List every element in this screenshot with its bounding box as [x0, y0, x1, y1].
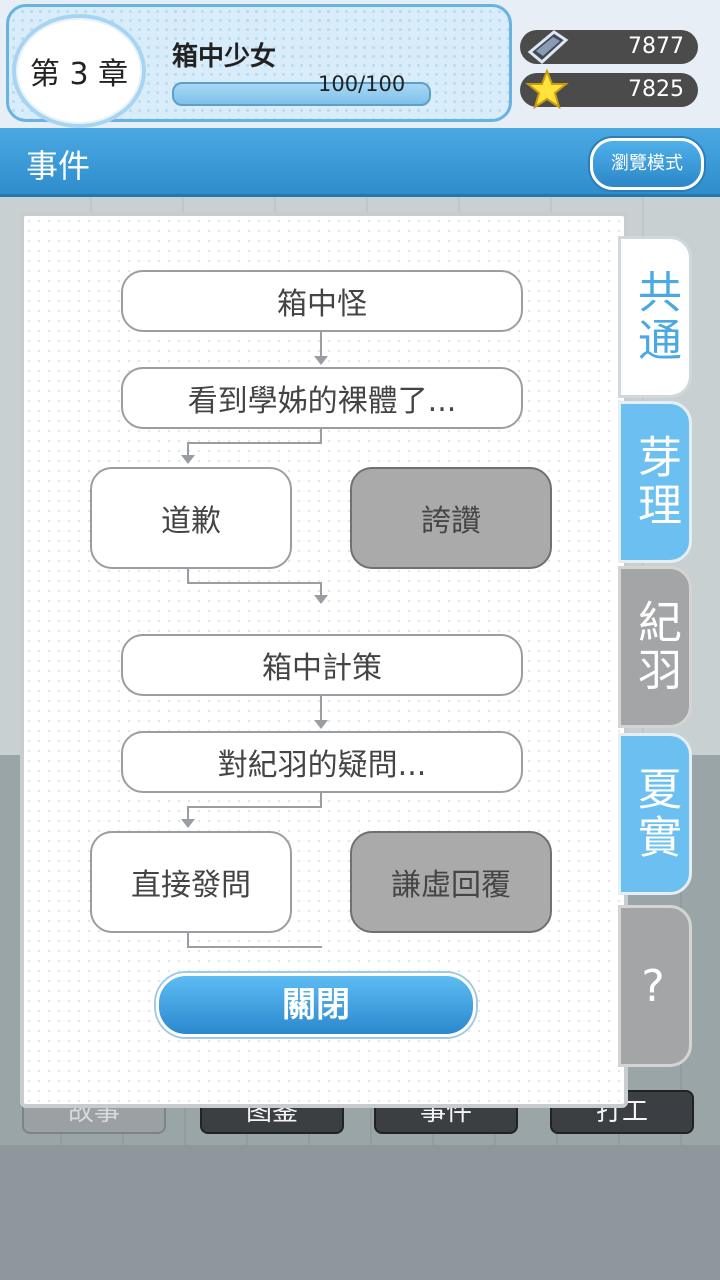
- tab-common[interactable]: 共通: [618, 236, 692, 398]
- choice-modest-reply[interactable]: 謙虛回覆: [350, 831, 552, 933]
- flow-connector: [187, 442, 322, 444]
- flow-arrow-icon: [314, 720, 328, 729]
- close-button[interactable]: 關閉: [156, 973, 476, 1037]
- event-flow-dialog: 箱中怪 看到學姊的裸體了... 道歉 誇讚 箱中計策 對紀羽的疑問... 直接發…: [20, 212, 628, 1108]
- gem-count: 7877: [628, 34, 684, 59]
- gem-counter: 7877: [520, 30, 698, 64]
- tab-unknown[interactable]: ?: [618, 905, 692, 1067]
- browse-mode-button[interactable]: 瀏覽模式: [590, 138, 704, 190]
- flow-node-box-monster[interactable]: 箱中怪: [121, 270, 523, 332]
- flow-connector: [320, 793, 322, 807]
- flow-arrow-icon: [181, 455, 195, 464]
- flow-connector: [320, 696, 322, 722]
- tab-kiu[interactable]: 紀羽: [618, 566, 692, 728]
- choice-praise[interactable]: 誇讚: [350, 467, 552, 569]
- gem-icon: [527, 30, 569, 64]
- star-icon: [525, 69, 569, 110]
- flow-connector: [187, 442, 189, 456]
- flow-connector: [187, 569, 189, 583]
- tab-meri[interactable]: 芽理: [618, 401, 692, 563]
- flow-connector: [187, 806, 189, 820]
- flow-connector: [320, 582, 322, 596]
- bottom-area: [0, 1145, 720, 1280]
- choice-apologize[interactable]: 道歉: [90, 467, 292, 569]
- chapter-progress-text: 100/100: [318, 72, 406, 96]
- flow-connector: [187, 806, 322, 808]
- flow-connector: [187, 946, 322, 948]
- flow-connector: [320, 332, 322, 358]
- flow-arrow-icon: [314, 356, 328, 365]
- flow-node-question[interactable]: 對紀羽的疑問...: [121, 731, 523, 793]
- chapter-badge: 第 3 章: [12, 14, 146, 128]
- flow-arrow-icon: [314, 595, 328, 604]
- flow-connector: [320, 429, 322, 443]
- flow-node-saw-senpai[interactable]: 看到學姊的裸體了...: [121, 367, 523, 429]
- chapter-title: 箱中少女: [172, 42, 277, 72]
- page-title: 事件: [26, 147, 91, 185]
- top-header: 第 3 章 箱中少女 100/100 7877 7825: [0, 0, 720, 132]
- flow-arrow-icon: [181, 819, 195, 828]
- star-counter: 7825: [520, 69, 698, 110]
- star-count: 7825: [628, 77, 684, 102]
- flow-connector: [187, 933, 189, 947]
- tab-natsumi[interactable]: 夏實: [618, 733, 692, 895]
- flow-node-box-plan[interactable]: 箱中計策: [121, 634, 523, 696]
- flow-connector: [187, 582, 322, 584]
- choice-ask-directly[interactable]: 直接發問: [90, 831, 292, 933]
